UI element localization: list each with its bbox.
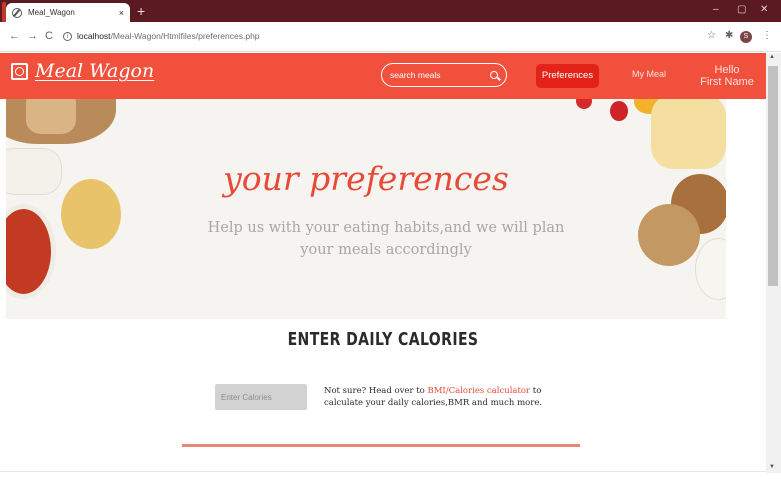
calories-input[interactable] bbox=[215, 384, 307, 410]
maximize-button[interactable]: ▢ bbox=[737, 3, 746, 17]
user-greeting[interactable]: Hello First Name bbox=[697, 64, 757, 88]
cream-bowl-image bbox=[696, 239, 726, 299]
strawberry-image bbox=[576, 99, 592, 109]
search-icon[interactable] bbox=[490, 71, 498, 79]
new-tab-button[interactable]: + bbox=[137, 3, 145, 19]
bread-slice-image bbox=[26, 99, 76, 134]
brand-logo-text[interactable]: Meal Wagon bbox=[35, 60, 154, 82]
bagel-image bbox=[638, 204, 700, 266]
strawberry-image bbox=[610, 101, 628, 121]
tab-close-icon[interactable]: × bbox=[119, 8, 124, 18]
favicon-icon bbox=[12, 7, 22, 18]
info-icon[interactable]: i bbox=[63, 32, 72, 41]
preferences-button[interactable]: Preferences bbox=[536, 64, 599, 88]
hero-banner: your preferences Help us with your eatin… bbox=[6, 99, 726, 319]
star-icon[interactable]: ☆ bbox=[707, 30, 716, 41]
back-icon[interactable]: ← bbox=[9, 30, 20, 42]
profile-avatar[interactable]: S bbox=[740, 31, 752, 43]
url-path: /Meal-Wagon/Htmlfiles/preferences.php bbox=[110, 31, 260, 41]
tab-title: Meal_Wagon bbox=[28, 8, 75, 17]
forward-icon[interactable]: → bbox=[27, 30, 38, 42]
browser-tab[interactable]: Meal_Wagon × bbox=[6, 3, 130, 22]
reload-icon[interactable]: C bbox=[45, 30, 53, 42]
hero-title: your preferences bbox=[223, 159, 509, 198]
sauce-bowl-image bbox=[6, 204, 56, 299]
menu-icon[interactable]: ⋮ bbox=[762, 30, 772, 41]
page-bottom-line bbox=[0, 471, 766, 472]
url-host: localhost bbox=[77, 31, 111, 41]
note-prefix: Not sure? Head over to bbox=[324, 386, 428, 396]
greeting-hello: Hello bbox=[714, 64, 740, 76]
hero-subtitle: Help us with your eating habits,and we w… bbox=[207, 220, 565, 258]
search-input[interactable]: search meals bbox=[390, 70, 490, 80]
section-divider bbox=[182, 444, 580, 447]
greeting-name: First Name bbox=[700, 76, 754, 88]
address-bar: ← → C i localhost/Meal-Wagon/Htmlfiles/p… bbox=[0, 22, 781, 52]
search-box[interactable]: search meals bbox=[381, 63, 507, 87]
bmi-calculator-link[interactable]: BMI/Calories calculator bbox=[427, 386, 530, 396]
minimize-button[interactable]: – bbox=[713, 3, 719, 17]
calories-heading: ENTER DAILY CALORIES bbox=[287, 329, 479, 350]
scroll-down-icon[interactable]: ▼ bbox=[769, 464, 775, 470]
close-window-button[interactable]: ✕ bbox=[760, 3, 768, 17]
logo-icon[interactable] bbox=[11, 63, 28, 80]
scrollbar-thumb[interactable] bbox=[768, 66, 778, 286]
extensions-icon[interactable]: ✱ bbox=[725, 30, 733, 41]
my-meal-link[interactable]: My Meal bbox=[632, 69, 666, 79]
calories-note: Not sure? Head over to BMI/Calories calc… bbox=[324, 385, 574, 409]
scroll-up-icon[interactable]: ▲ bbox=[769, 54, 775, 60]
browser-tabstrip: Meal_Wagon × + – ▢ ✕ bbox=[0, 0, 781, 22]
url-field[interactable]: localhost/Meal-Wagon/Htmlfiles/preferenc… bbox=[77, 31, 260, 41]
